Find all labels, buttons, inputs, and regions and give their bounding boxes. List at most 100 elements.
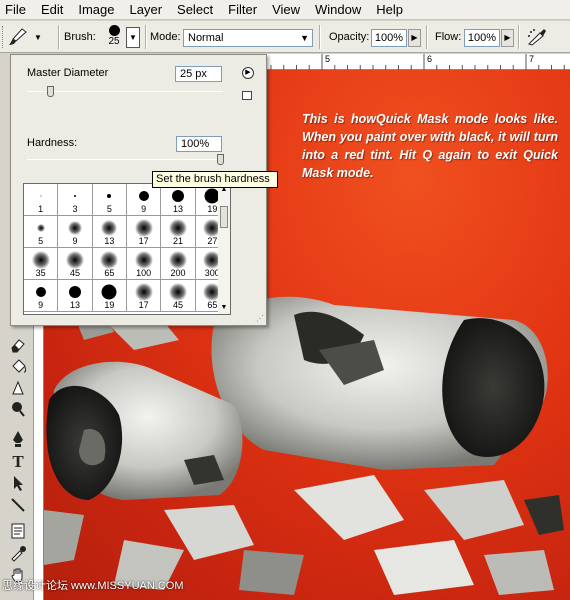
brush-size-label: 3	[72, 204, 78, 214]
preset-scrollbar[interactable]: ▲ ▼	[218, 183, 231, 315]
brush-size-label: 1	[38, 204, 44, 214]
brush-preset[interactable]: 45	[161, 280, 196, 312]
brush-preset[interactable]: 35	[24, 248, 59, 280]
brush-tip-icon	[35, 287, 46, 297]
chevron-down-icon: ▼	[300, 33, 309, 43]
brush-size-label: 17	[138, 300, 149, 310]
chevron-right-icon: ▶	[411, 33, 418, 42]
hardness-field[interactable]: 100%	[176, 136, 222, 152]
master-diameter-field[interactable]: 25 px	[175, 66, 222, 82]
menu-edit[interactable]: Edit	[33, 0, 70, 20]
type-icon[interactable]: T	[8, 452, 28, 472]
menu-window[interactable]: Window	[307, 0, 368, 20]
brush-preset[interactable]: 65	[92, 248, 127, 280]
brush-tip-icon	[31, 251, 50, 269]
line-icon[interactable]	[8, 496, 28, 516]
menu-view[interactable]: View	[264, 0, 307, 20]
opacity-slider-button[interactable]: ▶	[408, 29, 421, 47]
brush-tip-icon	[36, 224, 45, 232]
brush-preset[interactable]: 21	[161, 216, 196, 248]
tool-preset-picker[interactable]: ▼	[6, 27, 50, 47]
brush-preset[interactable]: 19	[92, 280, 127, 312]
brush-preset[interactable]: 45	[58, 248, 93, 280]
paint-bucket-icon[interactable]	[8, 358, 28, 378]
mode-label: Mode:	[150, 31, 181, 43]
brush-tip-icon	[101, 284, 117, 300]
mode-select[interactable]: Normal ▼	[183, 29, 313, 47]
dodge-icon[interactable]	[8, 400, 28, 420]
flow-slider-button[interactable]: ▶	[501, 29, 514, 47]
brush-size-label: 45	[172, 300, 183, 310]
brush-preset[interactable]: 9	[58, 216, 93, 248]
brush-size-label: 19	[104, 300, 115, 310]
brush-tip-icon	[168, 251, 187, 269]
brush-tip-icon	[134, 219, 153, 237]
save-preset-icon[interactable]	[242, 91, 252, 100]
brush-preset[interactable]: 100	[126, 248, 162, 280]
brush-preset[interactable]: 200	[161, 248, 196, 280]
scroll-thumb[interactable]	[220, 206, 228, 228]
eraser-icon[interactable]	[8, 336, 28, 356]
brush-preset[interactable]: 17	[126, 216, 162, 248]
pen-icon[interactable]	[8, 430, 28, 450]
brush-preset[interactable]: 13	[92, 216, 127, 248]
brush-picker-button[interactable]: ▼	[126, 27, 140, 48]
menu-filter[interactable]: Filter	[220, 0, 264, 20]
brush-preset[interactable]: 5	[24, 216, 59, 248]
brush-preset[interactable]: 1	[24, 184, 59, 216]
brush-tip-icon	[134, 251, 153, 269]
resize-grip-icon[interactable]: ⋰	[256, 314, 266, 324]
notes-icon[interactable]	[8, 522, 28, 542]
chevron-right-icon: ▶	[504, 33, 511, 42]
brush-tip-icon	[168, 219, 187, 237]
panel-menu-button[interactable]: ▶	[242, 67, 254, 79]
opacity-label: Opacity:	[329, 31, 370, 43]
master-diameter-slider-thumb[interactable]	[47, 86, 54, 97]
path-selection-icon[interactable]	[8, 474, 28, 494]
options-bar: ▼ Brush: 25 ▼ Mode: Normal ▼ Opacity: 10…	[0, 21, 570, 53]
watermark-text: 思缘设计论坛 www.MISSYUAN.COM	[2, 580, 184, 592]
brush-size-label: 35	[35, 268, 46, 278]
brush-preset[interactable]: 13	[58, 280, 93, 312]
menu-select[interactable]: Select	[169, 0, 220, 20]
brush-tip-icon	[168, 283, 187, 301]
brush-size-label: 100	[136, 268, 152, 278]
brush-preview[interactable]: 25	[104, 24, 124, 50]
mode-value: Normal	[188, 32, 224, 44]
brush-size-label: 21	[172, 236, 183, 246]
brush-preset[interactable]: 3	[58, 184, 93, 216]
brush-preset[interactable]: 13	[161, 184, 196, 216]
menu-layer[interactable]: Layer	[122, 0, 170, 20]
separator	[518, 25, 520, 49]
brush-tip-icon	[68, 286, 81, 298]
brush-preset[interactable]: 17	[126, 280, 162, 312]
menu-help[interactable]: Help	[368, 0, 410, 20]
chevron-down-icon: ▼	[129, 33, 137, 42]
menu-image[interactable]: Image	[70, 0, 121, 20]
brush-preset[interactable]: 5	[92, 184, 127, 216]
brush-tip-icon	[171, 190, 184, 202]
brush-size-label: 9	[38, 300, 44, 310]
blur-icon[interactable]	[8, 380, 28, 400]
eyedropper-icon[interactable]	[8, 544, 28, 564]
separator	[58, 25, 60, 49]
brush-preset[interactable]: 9	[24, 280, 59, 312]
brush-tip-icon	[108, 25, 120, 36]
opacity-field[interactable]: 100%	[371, 29, 407, 47]
brush-tip-icon	[100, 251, 119, 269]
hardness-slider-thumb[interactable]	[217, 154, 224, 165]
master-diameter-slider[interactable]	[27, 91, 223, 92]
brush-size-label: 5	[106, 204, 112, 214]
separator	[426, 25, 428, 49]
menu-file[interactable]: File	[0, 0, 33, 20]
airbrush-icon[interactable]	[526, 27, 548, 47]
brush-tip-icon	[107, 194, 112, 198]
brush-tip-icon	[73, 195, 76, 197]
brush-size-label: 200	[170, 268, 186, 278]
options-bar-grip[interactable]	[2, 26, 5, 48]
brush-preset[interactable]: 9	[126, 184, 162, 216]
flow-field[interactable]: 100%	[464, 29, 500, 47]
hardness-label: Hardness:	[27, 137, 78, 149]
hardness-slider[interactable]	[27, 159, 223, 160]
scroll-down-icon[interactable]: ▼	[218, 302, 230, 314]
